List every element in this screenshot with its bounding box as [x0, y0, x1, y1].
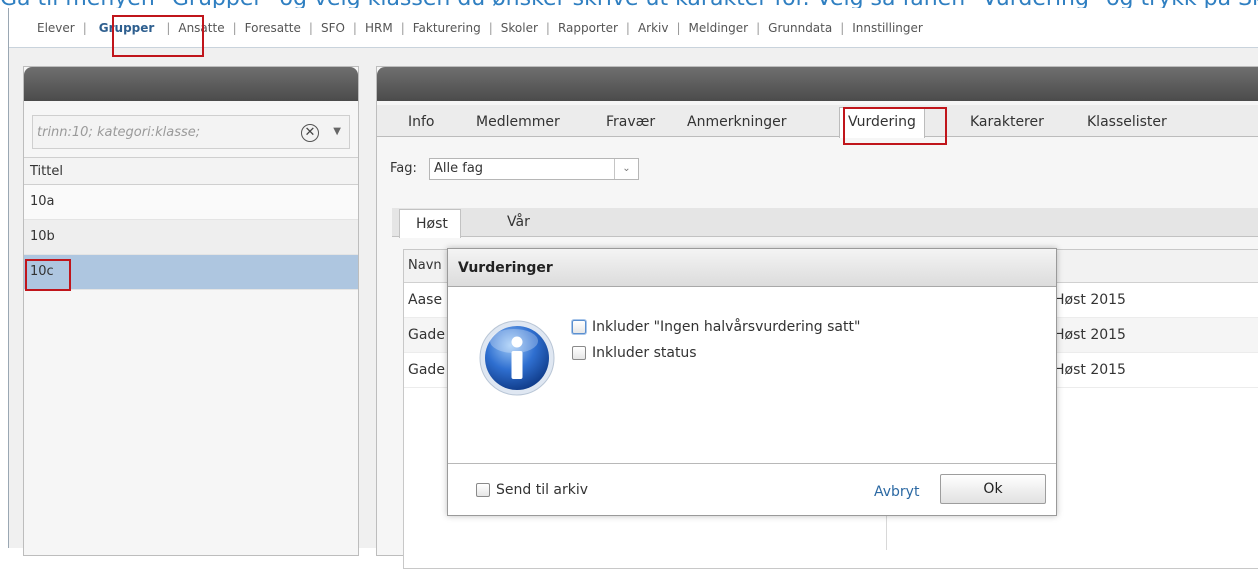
cell-name: Gade — [408, 362, 445, 378]
nav-rapporter[interactable]: Rapporter — [550, 21, 626, 35]
option-ingen-halvarsvurdering[interactable]: Inkluder "Ingen halvårsvurdering satt" — [572, 319, 860, 335]
cell-period: Høst 2015 — [1054, 362, 1126, 378]
cancel-link[interactable]: Avbryt — [874, 484, 919, 500]
fag-select-value: Alle fag — [434, 161, 484, 176]
checkbox-ingen-halvarsvurdering[interactable] — [572, 320, 586, 334]
list-item[interactable]: 10b — [24, 220, 358, 255]
nav-ansatte[interactable]: Ansatte — [170, 21, 232, 35]
tab-bar: Info Medlemmer Fravær Anmerkninger Vurde… — [377, 105, 1258, 138]
nav-meldinger[interactable]: Meldinger — [681, 21, 757, 35]
nav-sfo[interactable]: SFO — [313, 21, 353, 35]
ok-button[interactable]: Ok — [940, 474, 1046, 504]
tab-fravaer[interactable]: Fravær — [606, 114, 655, 130]
checkbox-inkluder-status[interactable] — [572, 346, 586, 360]
option-label: Inkluder "Ingen halvårsvurdering satt" — [592, 319, 861, 335]
option-inkluder-status[interactable]: Inkluder status — [572, 345, 697, 361]
nav-innstillinger[interactable]: Innstillinger — [844, 21, 931, 35]
filter-input[interactable]: trinn:10; kategori:klasse; ✕ ▼ — [32, 115, 350, 149]
send-label: Send til arkiv — [496, 482, 589, 498]
send-til-arkiv-option[interactable]: Send til arkiv — [476, 482, 588, 498]
nav-arkiv[interactable]: Arkiv — [630, 21, 677, 35]
tab-karakterer[interactable]: Karakterer — [970, 114, 1044, 130]
dialog-footer: Send til arkiv Avbryt Ok — [448, 463, 1056, 517]
nav-foresatte[interactable]: Foresatte — [237, 21, 309, 35]
list-item-selected[interactable]: 10c — [24, 255, 358, 290]
cell-period: Høst 2015 — [1054, 327, 1126, 343]
chevron-down-icon: ⌄ — [614, 159, 638, 179]
tab-info[interactable]: Info — [408, 114, 435, 130]
vurderinger-dialog: Vurderinger Inkluder "Ingen halvårsvurde… — [447, 248, 1057, 516]
nav-elever[interactable]: Elever — [29, 21, 83, 35]
nav-grupper[interactable]: Grupper — [91, 21, 163, 35]
tab-medlemmer[interactable]: Medlemmer — [476, 114, 560, 130]
info-icon — [479, 320, 555, 396]
option-label: Inkluder status — [592, 345, 697, 361]
nav-skoler[interactable]: Skoler — [493, 21, 546, 35]
cell-name: Gade — [408, 327, 445, 343]
fag-select[interactable]: Alle fag ⌄ — [429, 158, 639, 180]
list-item[interactable]: 10a — [24, 185, 358, 220]
fag-label: Fag: — [390, 161, 417, 176]
cell-period: Høst 2015 — [1054, 292, 1126, 308]
tab-host[interactable]: Høst — [399, 209, 461, 238]
top-navigation: Elever | Grupper | Ansatte | Foresatte | SFO… — [9, 8, 1258, 48]
chevron-down-icon[interactable]: ▼ — [333, 126, 341, 137]
tab-vurdering[interactable]: Vurdering — [839, 107, 925, 138]
column-header-tittel[interactable]: Tittel — [24, 157, 358, 185]
filter-text: trinn:10; kategori:klasse; — [37, 124, 201, 140]
term-tab-bar: Høst Vår — [392, 208, 1258, 238]
panel-header — [24, 67, 358, 101]
cell-name: Aase — [408, 292, 443, 308]
tab-var[interactable]: Vår — [507, 214, 530, 230]
nav-hrm[interactable]: HRM — [357, 21, 401, 35]
nav-fakturering[interactable]: Fakturering — [405, 21, 489, 35]
column-header-navn[interactable]: Navn — [408, 258, 442, 273]
tab-klasselister[interactable]: Klasselister — [1087, 114, 1167, 130]
group-list-panel: trinn:10; kategori:klasse; ✕ ▼ Tittel 10… — [23, 66, 359, 556]
clear-icon[interactable]: ✕ — [301, 124, 319, 142]
dialog-title: Vurderinger — [448, 249, 1056, 287]
nav-grunndata[interactable]: Grunndata — [760, 21, 840, 35]
panel-header — [377, 67, 1258, 101]
checkbox-send-til-arkiv[interactable] — [476, 483, 490, 497]
tab-anmerkninger[interactable]: Anmerkninger — [687, 114, 786, 130]
